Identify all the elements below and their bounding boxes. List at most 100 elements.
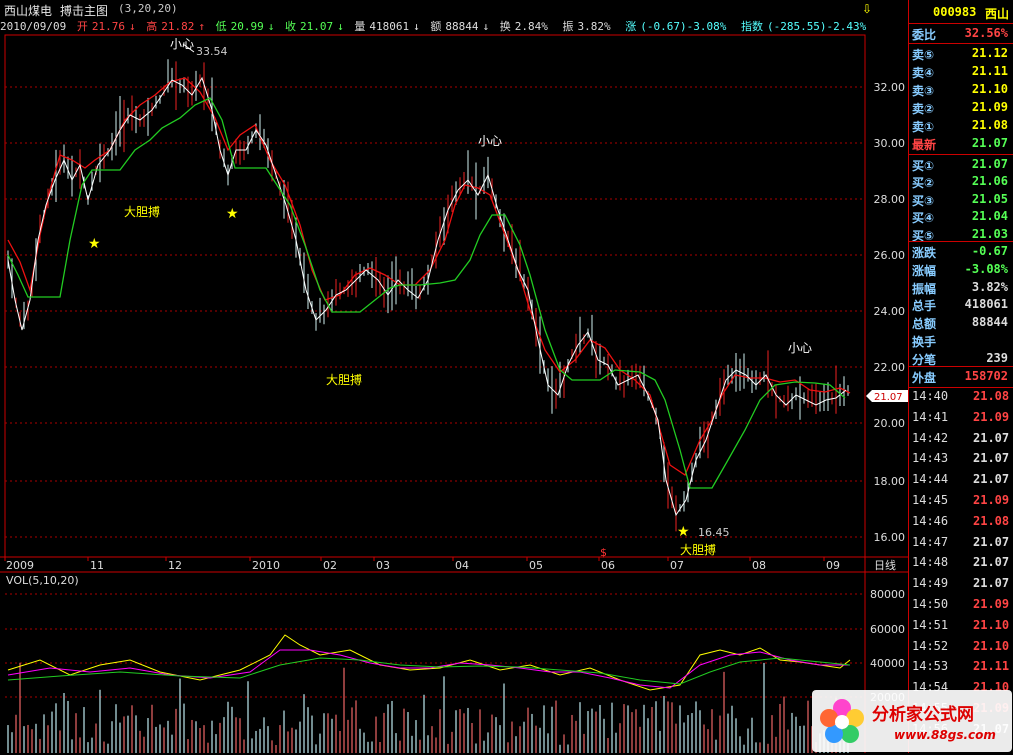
y-tick-label: 24.00 [874,305,906,318]
star-icon: ★ [677,524,690,540]
tick-price: 21.10 [973,617,1010,632]
x-tick-label: 2009 [6,559,34,572]
outer-volume-label: 外盘 [912,371,937,385]
tick-row[interactable]: 14:53 21.11 [909,658,1013,676]
stat-label: 总额 [912,317,937,332]
order-ratio-row: 委比 32.56% [909,24,1013,43]
buy-order-value: 21.03 [971,226,1008,241]
sell-order-label: 卖③ [912,84,935,98]
bold-buy-label: 大胆搏 [680,543,716,557]
y-tick-label: 26.00 [874,249,906,262]
stat-row: 总手 418061 [909,295,1013,314]
tick-time: 14:41 [912,409,949,424]
sell-order-row: 卖③ 21.10 [909,80,1013,99]
buy-order-row: 买③ 21.05 [909,190,1013,209]
tick-row[interactable]: 14:50 21.09 [909,596,1013,614]
stat-label: 涨幅 [912,263,937,278]
x-tick-label: 07 [670,559,684,572]
x-tick-label: 08 [752,559,766,572]
sell-order-value: 21.09 [971,100,1008,114]
tick-row[interactable]: 14:48 21.07 [909,554,1013,572]
stat-row: 振幅 3.82% [909,278,1013,297]
tick-time: 14:51 [912,617,949,632]
buy-order-value: 21.04 [971,209,1008,224]
sell-order-value: 21.08 [971,118,1008,132]
stat-value: 418061 [964,297,1008,312]
tick-row[interactable]: 14:51 21.10 [909,617,1013,635]
stat-value: 88844 [971,315,1008,330]
buy-order-value: 21.07 [971,157,1008,171]
sell-order-label: 卖① [912,120,935,134]
tick-row[interactable]: 14:47 21.07 [909,534,1013,552]
vol-tick-label: 40000 [870,657,905,670]
site-logo: 分析家公式网 www.88gs.com [812,690,1012,752]
last-price-value: 21.07 [874,392,903,403]
tick-price: 21.07 [973,451,1010,466]
tick-row[interactable]: 14:43 21.07 [909,450,1013,468]
tick-row[interactable]: 14:45 21.09 [909,492,1013,510]
tick-time: 14:46 [912,513,949,528]
low-price-annotation: 16.45 [698,526,730,539]
tick-time: 14:45 [912,493,949,507]
tick-price: 21.07 [973,430,1010,445]
latest-row: 最新 21.07 [909,134,1013,153]
volume-axis: 80000 60000 40000 20000 [870,588,905,704]
volume-title: VOL(5,10,20) [6,574,79,587]
tick-row[interactable]: 14:49 21.07 [909,575,1013,593]
tick-time: 14:49 [912,576,949,591]
volume-gridlines [5,593,865,698]
latest-value: 21.07 [971,136,1008,150]
careful-label: 小心 [788,341,812,355]
tick-row[interactable]: 14:41 21.09 [909,409,1013,427]
buy-order-row: 买④ 21.04 [909,207,1013,226]
high-price-annotation: 33.54 [196,45,228,58]
x-tick-label: 02 [323,559,337,572]
white-price-line [7,76,847,517]
star-icon: ★ [226,206,239,222]
order-ratio-value: 32.56% [964,26,1008,40]
x-tick-label: 2010 [252,559,280,572]
tick-row[interactable]: 14:42 21.07 [909,430,1013,448]
quote-panel[interactable]: 000983 西山 委比 32.56% 卖⑤ 21.12 卖④ 21.11 卖③ 21.1… [908,0,1013,753]
tick-price: 21.07 [973,576,1010,591]
tick-time: 14:44 [912,472,949,487]
x-tick-label: 06 [601,559,615,572]
stat-row: 总额 88844 [909,313,1013,332]
tick-row[interactable]: 14:52 21.10 [909,638,1013,656]
chart-canvas[interactable]: 32.00 30.00 28.00 26.00 24.00 22.00 20.0… [0,0,908,753]
star-icon: ★ [88,236,101,252]
kline-chart-panel[interactable]: 西山煤电 搏击主图 (3,20,20) ⇩ 2010/09/09 开 21.76 ↓… [0,0,908,753]
tick-price: 21.07 [973,472,1010,487]
tick-time: 14:40 [912,389,949,403]
x-tick-label: 11 [90,559,104,572]
bold-buy-label: 大胆搏 [124,205,160,219]
stat-row: 涨幅 -3.08% [909,260,1013,279]
period-label: 日线 [874,558,896,572]
tick-price: 21.08 [973,513,1010,528]
tick-time: 14:42 [912,430,949,445]
tick-row[interactable]: 14:44 21.07 [909,471,1013,489]
tick-row[interactable]: 14:46 21.08 [909,513,1013,531]
quote-header: 000983 西山 [909,4,1013,22]
x-tick-label: 05 [529,559,543,572]
stock-short-name: 西山 [985,7,1010,21]
last-price-marker: 21.07 [866,390,908,403]
candlesticks [7,59,849,532]
date-axis: 2009 11 12 2010 02 03 04 05 06 07 08 09 … [6,558,896,572]
tick-time: 14:53 [912,659,949,674]
order-ratio-label: 委比 [912,28,937,42]
vol-tick-label: 60000 [870,623,905,636]
tick-row[interactable]: 14:40 21.08 [909,388,1013,406]
sell-order-row: 卖② 21.09 [909,98,1013,117]
tick-price: 21.09 [973,493,1010,507]
sell-order-value: 21.12 [971,46,1008,60]
stat-label: 涨跌 [912,246,937,260]
sell-order-label: 卖④ [912,66,935,80]
outer-volume-value: 158702 [964,369,1008,383]
tick-price: 21.07 [973,534,1010,549]
price-gridlines [5,86,865,538]
x-tick-marks [4,557,825,561]
bold-buy-label: 大胆搏 [326,373,362,387]
price-axis: 32.00 30.00 28.00 26.00 24.00 22.00 20.0… [874,81,906,544]
sell-order-value: 21.11 [971,64,1008,78]
